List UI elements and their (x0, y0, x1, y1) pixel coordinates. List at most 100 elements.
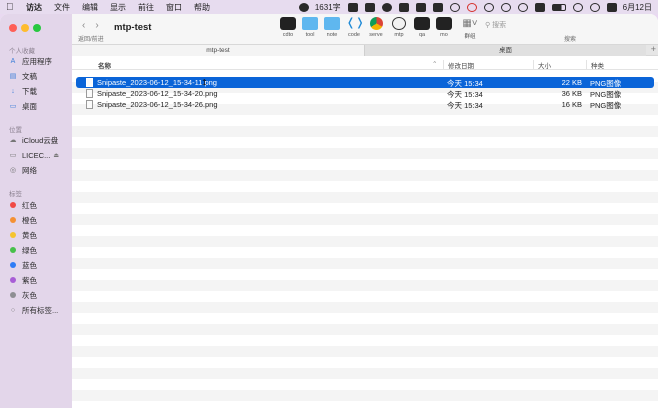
network-speed-icon[interactable] (500, 2, 511, 12)
file-list: Snipaste_2023-06-12_15-34-11.png ↥ 今天 15… (72, 71, 658, 408)
app-icon[interactable] (415, 2, 426, 12)
sidebar-item-applications[interactable]: A 应用程序 (9, 55, 71, 67)
column-date[interactable]: 修改日期 (443, 60, 474, 70)
app-icon[interactable] (364, 2, 375, 12)
sidebar-item-desktop[interactable]: ▭ 桌面 (9, 100, 71, 112)
sidebar-item-label: LICEC... (22, 150, 51, 160)
yellow-tag-icon (10, 232, 16, 238)
menu-help[interactable]: 帮助 (194, 2, 210, 13)
app-icon[interactable] (432, 2, 443, 12)
timer-icon[interactable] (483, 2, 494, 12)
sidebar-item-label: 绿色 (22, 245, 37, 255)
tag-icon: ○ (10, 306, 16, 314)
sidebar-item-label: 下载 (22, 86, 37, 96)
sidebar-item-documents[interactable]: ▤ 文稿 (9, 70, 71, 82)
add-tab-icon[interactable]: + (651, 44, 656, 54)
menu-go[interactable]: 前往 (138, 2, 154, 13)
menu-window[interactable]: 窗口 (166, 2, 182, 13)
tab-desktop[interactable]: 桌面 (364, 45, 646, 56)
table-row[interactable]: Snipaste_2023-06-12_15-34-20.png 今天 15:3… (76, 88, 654, 99)
menu-file[interactable]: 文件 (54, 2, 70, 13)
document-icon: ▤ (9, 73, 17, 80)
tool-group[interactable]: ▦˅ 群组 (460, 17, 480, 40)
search-caption: 搜索 (564, 37, 577, 43)
file-size: 22 KB (561, 78, 582, 87)
wechat-icon[interactable] (381, 2, 392, 12)
sidebar-item-label: 桌面 (22, 101, 37, 111)
tool-mo[interactable]: mo (434, 17, 454, 38)
grid-app-icon[interactable] (347, 2, 358, 12)
menubar-date[interactable]: 6月12日 (623, 2, 652, 13)
menu-edit[interactable]: 编辑 (82, 2, 98, 13)
sort-ascending-icon[interactable]: ⌃ (432, 60, 437, 68)
tool-qa[interactable]: qa (412, 17, 432, 38)
tags-title: 标签 (9, 191, 22, 198)
apple-menu-icon[interactable]:  (6, 2, 16, 13)
battery-icon[interactable] (551, 3, 566, 11)
cursor-icon: ↥ (201, 78, 208, 87)
menu-view[interactable]: 显示 (110, 2, 126, 13)
tool-note[interactable]: note (322, 17, 342, 38)
block-icon[interactable] (466, 2, 477, 12)
app-icon[interactable] (398, 2, 409, 12)
eject-icon[interactable]: ⏏ (53, 152, 59, 159)
tool-code[interactable]: ❬❭ code (344, 17, 364, 38)
tool-tool[interactable]: tool (300, 17, 320, 38)
applications-icon: A (10, 57, 16, 65)
close-window-button[interactable] (9, 24, 17, 32)
sidebar-item-label: 灰色 (22, 290, 37, 300)
file-kind: PNG图像 (590, 101, 622, 110)
table-row[interactable]: Snipaste_2023-06-12_15-34-26.png 今天 15:3… (76, 99, 654, 110)
word-count[interactable]: 1631字 (315, 2, 341, 13)
sidebar-item-downloads[interactable]: ↓ 下载 (9, 85, 71, 97)
menu-bar:  访达 文件 编辑 显示 前往 窗口 帮助 1631字 6月12日 (0, 0, 658, 14)
sidebar-tag-purple[interactable]: 紫色 (9, 274, 71, 286)
sidebar-item-network[interactable]: ◎ 网络 (9, 164, 71, 176)
app-icon (414, 17, 430, 30)
column-size[interactable]: 大小 (533, 60, 551, 70)
sidebar-tag-orange[interactable]: 橙色 (9, 214, 71, 226)
tool-mtp[interactable]: mtp (389, 17, 409, 38)
tool-label: tool (305, 32, 315, 38)
maximize-window-button[interactable] (33, 24, 41, 32)
sidebar-all-tags[interactable]: ○ 所有标签... (9, 304, 71, 316)
control-center-icon[interactable] (606, 2, 617, 12)
sidebar-item-label: 红色 (22, 200, 37, 210)
tool-serve[interactable]: serve (366, 17, 386, 38)
record-icon[interactable] (298, 2, 309, 12)
terminal-icon (280, 17, 296, 30)
sidebar-tag-red[interactable]: 红色 (9, 199, 71, 211)
chrome-icon (369, 17, 383, 30)
menu-app-name[interactable]: 访达 (26, 2, 42, 13)
back-button[interactable]: ‹ (82, 20, 85, 31)
tab-mtp-test[interactable]: mtp-test (72, 45, 364, 56)
sidebar-item-icloud[interactable]: ☁ iCloud云盘 (9, 134, 71, 146)
search-icon[interactable] (589, 2, 600, 12)
sidebar-item-label: iCloud云盘 (22, 135, 59, 145)
sidebar-tag-yellow[interactable]: 黄色 (9, 229, 71, 241)
play-icon[interactable] (517, 2, 528, 12)
table-row[interactable]: Snipaste_2023-06-12_15-34-11.png ↥ 今天 15… (76, 77, 654, 88)
list-header: 名称 ⌃ 修改日期 大小 种类 (72, 58, 658, 70)
sidebar-tag-gray[interactable]: 灰色 (9, 289, 71, 301)
clock-icon[interactable] (449, 2, 460, 12)
network-icon: ◎ (9, 167, 17, 174)
window-title: mtp-test (114, 22, 152, 33)
file-size: 16 KB (561, 100, 582, 109)
column-name[interactable]: 名称 (98, 60, 111, 70)
minimize-window-button[interactable] (21, 24, 29, 32)
sidebar-item-label: 紫色 (22, 275, 37, 285)
sidebar-item-label: 文稿 (22, 71, 37, 81)
sidebar-tag-blue[interactable]: 蓝色 (9, 259, 71, 271)
search-field[interactable]: ⚲ 搜索 (485, 20, 506, 30)
forward-button[interactable]: › (95, 20, 98, 31)
sidebar-item-drive[interactable]: ▭ LICEC... ⏏ (9, 149, 71, 161)
tool-label: cdto (282, 32, 294, 38)
tool-label: qa (418, 32, 426, 38)
sidebar-tag-green[interactable]: 绿色 (9, 244, 71, 256)
tool-cdto[interactable]: cdto (278, 17, 298, 38)
search-input[interactable]: 搜索 (492, 22, 506, 29)
column-kind[interactable]: 种类 (586, 60, 604, 70)
app-icon[interactable] (534, 2, 545, 12)
wifi-icon[interactable] (572, 2, 583, 12)
